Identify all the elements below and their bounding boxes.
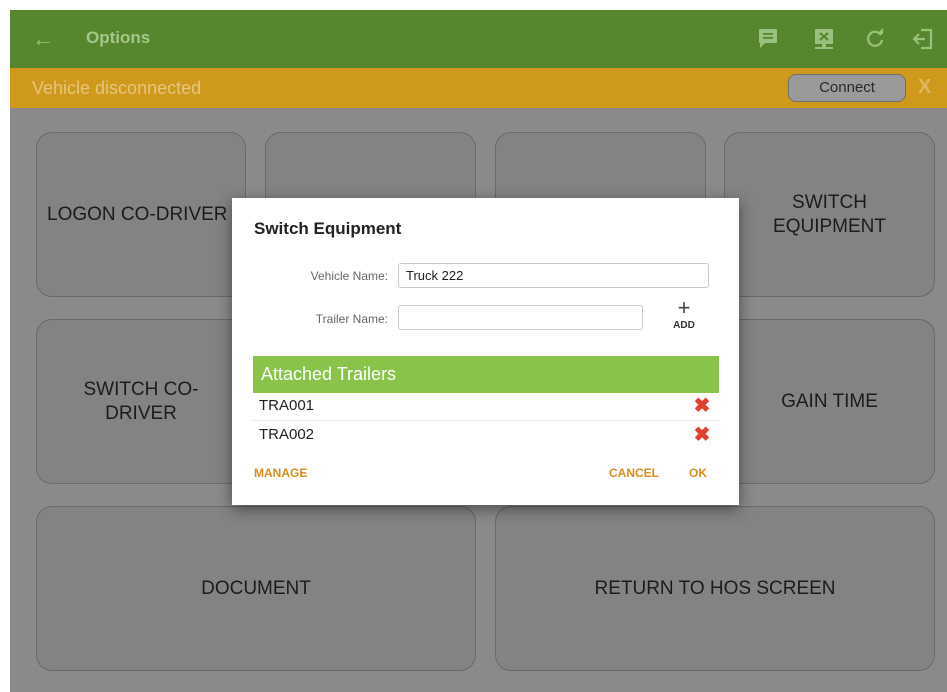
ok-button[interactable]: OK: [689, 466, 707, 480]
trailer-name: TRA001: [259, 397, 315, 414]
logout-icon[interactable]: [908, 24, 938, 54]
refresh-icon[interactable]: [860, 24, 890, 54]
attached-trailers-header: Attached Trailers: [253, 356, 719, 393]
remove-trailer-icon[interactable]: ✖: [693, 425, 711, 445]
tile-label: DOCUMENT: [201, 577, 311, 599]
app-bar: ← Options: [10, 10, 947, 68]
switch-equipment-tile[interactable]: SWITCH EQUIPMENT: [724, 132, 935, 297]
remove-trailer-icon[interactable]: ✖: [693, 396, 711, 416]
trailer-row: TRA002 ✖: [253, 422, 719, 450]
plus-icon: +: [677, 295, 691, 320]
connect-button[interactable]: Connect: [788, 74, 906, 102]
options-screen: ← Options Vehicle disconnected Connect X…: [10, 10, 947, 692]
tile-label: GAIN TIME: [781, 390, 878, 412]
document-tile[interactable]: DOCUMENT: [36, 506, 476, 671]
return-hos-tile[interactable]: RETURN TO HOS SCREEN: [495, 506, 935, 671]
vehicle-name-field[interactable]: Truck 222: [398, 263, 709, 288]
status-text: Vehicle disconnected: [32, 78, 202, 98]
tile-label: RETURN TO HOS SCREEN: [594, 577, 836, 599]
back-arrow-icon[interactable]: ←: [32, 24, 62, 54]
tile-label: SWITCH EQUIPMENT: [773, 191, 886, 237]
trailer-name-label: Trailer Name:: [315, 312, 388, 326]
dismiss-status-button[interactable]: X: [918, 76, 931, 99]
message-icon[interactable]: [753, 24, 783, 54]
logon-codriver-tile[interactable]: LOGON CO-DRIVER: [36, 132, 246, 297]
tile-label: LOGON CO-DRIVER: [47, 204, 228, 225]
vehicle-name-label: Vehicle Name:: [310, 269, 388, 283]
add-label: ADD: [673, 320, 695, 331]
device-disconnect-icon[interactable]: [809, 24, 839, 54]
connection-status-bar: Vehicle disconnected Connect X: [10, 68, 947, 108]
cancel-button[interactable]: CANCEL: [609, 466, 659, 480]
tile-label: SWITCH CO-DRIVER: [83, 378, 199, 424]
trailer-name-field[interactable]: [398, 305, 643, 330]
gain-time-tile[interactable]: GAIN TIME: [724, 319, 935, 484]
switch-equipment-dialog: Switch Equipment Vehicle Name: Truck 222…: [232, 198, 739, 505]
dialog-title: Switch Equipment: [254, 219, 402, 238]
switch-codriver-tile[interactable]: SWITCH CO-DRIVER: [36, 319, 246, 484]
manage-button[interactable]: MANAGE: [254, 466, 307, 480]
add-trailer-button[interactable]: + ADD: [669, 295, 699, 332]
trailer-row: TRA001 ✖: [253, 393, 719, 421]
trailer-name: TRA002: [259, 426, 315, 443]
page-title: Options: [86, 28, 151, 47]
